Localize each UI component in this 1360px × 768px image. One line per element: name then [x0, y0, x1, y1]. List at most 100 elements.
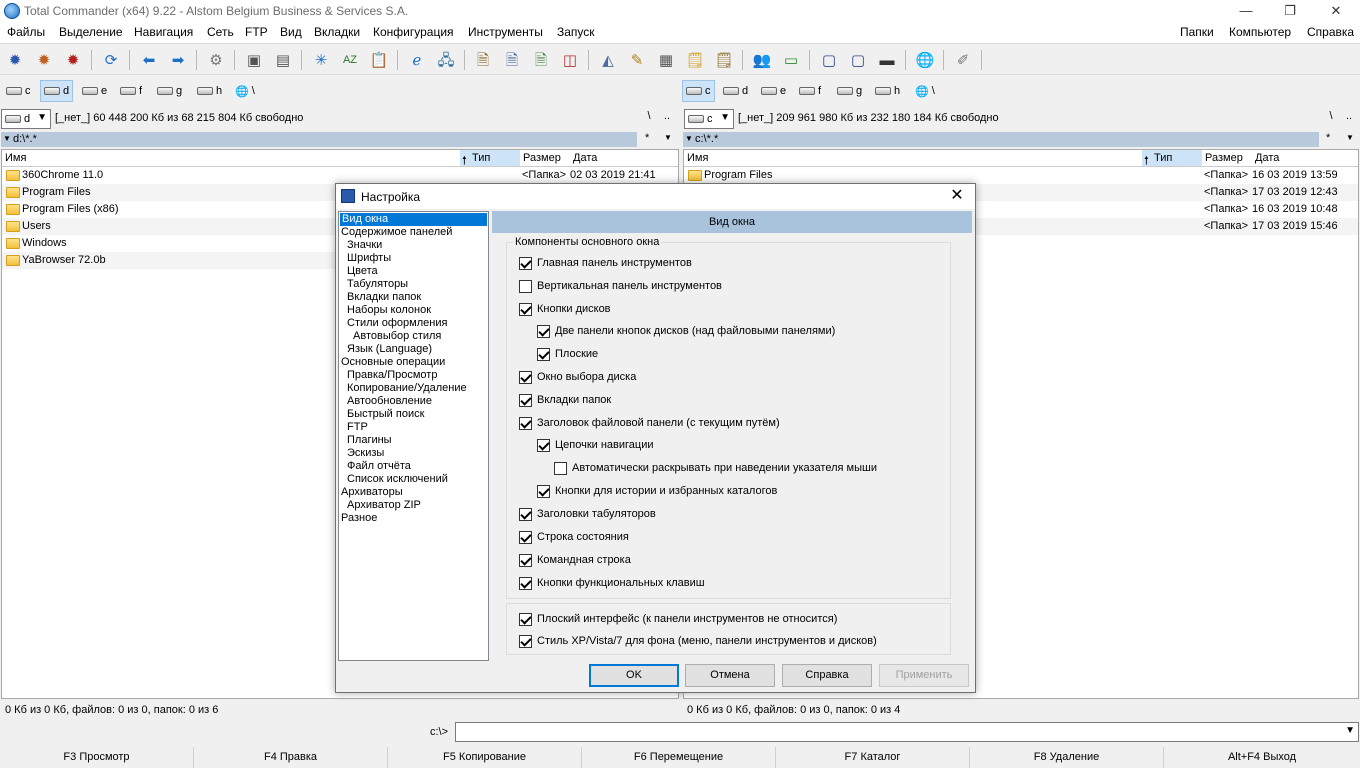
terminal-icon[interactable]: ▬ [876, 49, 898, 71]
tree-item-thumbnails[interactable]: Эскизы [347, 447, 384, 460]
sparkle-icon[interactable]: ✳ [310, 49, 332, 71]
eraser-icon[interactable]: ◭ [597, 49, 619, 71]
tree-item-ignore-list[interactable]: Список исключений [347, 473, 448, 486]
tree-item-colors[interactable]: Цвета [347, 265, 378, 278]
window-icon[interactable]: ▢ [847, 49, 869, 71]
right-history-button[interactable]: * [1326, 132, 1330, 144]
menu-configuration[interactable]: Конфигурация [373, 25, 454, 39]
notepad-icon[interactable]: 🗒 [713, 49, 735, 71]
f8-delete-button[interactable]: F8 Удаление [970, 747, 1164, 768]
document-icon[interactable]: 🗎 [530, 49, 552, 71]
document-icon[interactable]: 🗎 [472, 49, 494, 71]
tree-item-basic-operations[interactable]: Основные операции [341, 356, 445, 369]
drive-button-e[interactable]: e [79, 80, 110, 102]
drive-button-d[interactable]: d [40, 80, 74, 102]
right-path-bar[interactable]: c:\*.* [683, 132, 1319, 147]
drive-button-f[interactable]: f [796, 80, 824, 102]
chevron-down-icon[interactable]: ▼ [664, 133, 672, 142]
cancel-button[interactable]: Отмена [685, 664, 775, 687]
minimize-button[interactable]: — [1223, 0, 1269, 22]
note-icon[interactable]: 🗒 [684, 49, 706, 71]
f4-edit-button[interactable]: F4 Правка [194, 747, 388, 768]
left-drive-combo[interactable]: d ▼ [1, 109, 51, 129]
tree-item-ftp[interactable]: FTP [347, 421, 368, 434]
tree-item-fonts[interactable]: Шрифты [347, 252, 391, 265]
menu-ftp[interactable]: FTP [245, 25, 268, 39]
f6-move-button[interactable]: F6 Перемещение [582, 747, 776, 768]
column-type[interactable]: Тип [1154, 152, 1172, 164]
option-main-toolbar[interactable]: Главная панель инструментов [519, 256, 692, 270]
compare-icon[interactable]: ◫ [559, 49, 581, 71]
drive-button-g[interactable]: g [834, 80, 865, 102]
chevron-down-icon[interactable]: ▼ [1345, 725, 1355, 736]
tree-item-auto-style[interactable]: Автовыбор стиля [353, 330, 441, 343]
tree-item-folder-tabs[interactable]: Вкладки папок [347, 291, 421, 304]
menu-network[interactable]: Сеть [207, 25, 234, 39]
option-flat-buttons[interactable]: Плоские [537, 347, 598, 361]
left-path-bar[interactable]: d:\*.* [1, 132, 637, 147]
column-size[interactable]: Размер [1205, 152, 1243, 164]
drive-button-h[interactable]: h [194, 80, 225, 102]
list-item[interactable]: Program Files <Папка> 16 03 2019 13:59 [684, 167, 1358, 184]
drive-button-network[interactable]: 🌐 \ [232, 80, 258, 102]
f7-mkdir-button[interactable]: F7 Каталог [776, 747, 970, 768]
gear-icon[interactable]: ✹ [33, 49, 55, 71]
menu-folders[interactable]: Папки [1180, 25, 1214, 39]
tree-item-panel-contents[interactable]: Содержимое панелей [341, 226, 452, 239]
tree-item-edit-view[interactable]: Правка/Просмотр [347, 369, 437, 382]
list-item[interactable]: 360Chrome 11.0 <Папка> 02 03 2019 21:41 [2, 167, 678, 184]
f3-view-button[interactable]: F3 Просмотр [0, 747, 194, 768]
option-drive-buttons[interactable]: Кнопки дисков [519, 302, 611, 316]
help-button[interactable]: Справка [782, 664, 872, 687]
tree-item-misc[interactable]: Разное [341, 512, 377, 525]
option-function-keys[interactable]: Кнопки функциональных клавиш [519, 576, 705, 590]
menu-selection[interactable]: Выделение [59, 25, 123, 39]
arrow-right-icon[interactable]: ➡ [167, 49, 189, 71]
menu-tabs[interactable]: Вкладки [314, 25, 360, 39]
option-two-drive-bars[interactable]: Две панели кнопок дисков (над файловыми … [537, 324, 835, 338]
drive-button-d[interactable]: d [720, 80, 751, 102]
option-drive-combo[interactable]: Окно выбора диска [519, 370, 636, 384]
option-vertical-toolbar[interactable]: Вертикальная панель инструментов [519, 279, 722, 293]
drive-button-f[interactable]: f [117, 80, 145, 102]
column-size[interactable]: Размер [523, 152, 561, 164]
tree-item-auto-refresh[interactable]: Автообновление [347, 395, 432, 408]
calculator-icon[interactable]: ▦ [655, 49, 677, 71]
left-up-button[interactable]: .. [658, 110, 676, 128]
option-status-bar[interactable]: Строка состояния [519, 530, 629, 544]
pack-icon[interactable]: ▣ [243, 49, 265, 71]
sort-az-icon[interactable]: AZ [339, 49, 361, 71]
alt-f4-exit-button[interactable]: Alt+F4 Выход [1164, 747, 1360, 768]
right-up-button[interactable]: .. [1340, 110, 1358, 128]
tree-item-styles[interactable]: Стили оформления [347, 317, 447, 330]
tree-item-quick-search[interactable]: Быстрый поиск [347, 408, 424, 421]
drive-button-c[interactable]: c [3, 80, 34, 102]
tree-item-window-view[interactable]: Вид окна [340, 213, 487, 226]
drive-icon[interactable]: ▭ [780, 49, 802, 71]
maximize-button[interactable]: ❐ [1267, 0, 1313, 22]
chevron-down-icon[interactable]: ▼ [3, 134, 11, 143]
tool-icon[interactable]: ✐ [952, 49, 974, 71]
column-type[interactable]: Тип [472, 152, 490, 164]
option-command-line[interactable]: Командная строка [519, 553, 631, 567]
menu-tools[interactable]: Инструменты [468, 25, 543, 39]
arrow-left-icon[interactable]: ⬅ [138, 49, 160, 71]
tree-item-log-file[interactable]: Файл отчёта [347, 460, 411, 473]
menu-computer[interactable]: Компьютер [1229, 25, 1291, 39]
option-history-buttons[interactable]: Кнопки для истории и избранных каталогов [537, 484, 777, 498]
gear-icon[interactable]: ✹ [4, 49, 26, 71]
option-panel-header[interactable]: Заголовок файловой панели (с текущим пут… [519, 416, 780, 430]
left-root-button[interactable]: \ [640, 110, 658, 128]
tree-item-archivers[interactable]: Архиваторы [341, 486, 403, 499]
column-name[interactable]: Имя [687, 152, 708, 164]
ie-icon[interactable]: ℯ [406, 49, 428, 71]
menu-view[interactable]: Вид [280, 25, 302, 39]
menu-help[interactable]: Справка [1307, 25, 1354, 39]
option-folder-tabs[interactable]: Вкладки папок [519, 393, 611, 407]
left-history-button[interactable]: * [645, 132, 649, 144]
menu-launch[interactable]: Запуск [557, 25, 595, 39]
tree-item-plugins[interactable]: Плагины [347, 434, 392, 447]
apply-button[interactable]: Применить [879, 664, 969, 687]
option-xp-style[interactable]: Стиль XP/Vista/7 для фона (меню, панели … [519, 634, 877, 648]
document-icon[interactable]: 🗎 [501, 49, 523, 71]
